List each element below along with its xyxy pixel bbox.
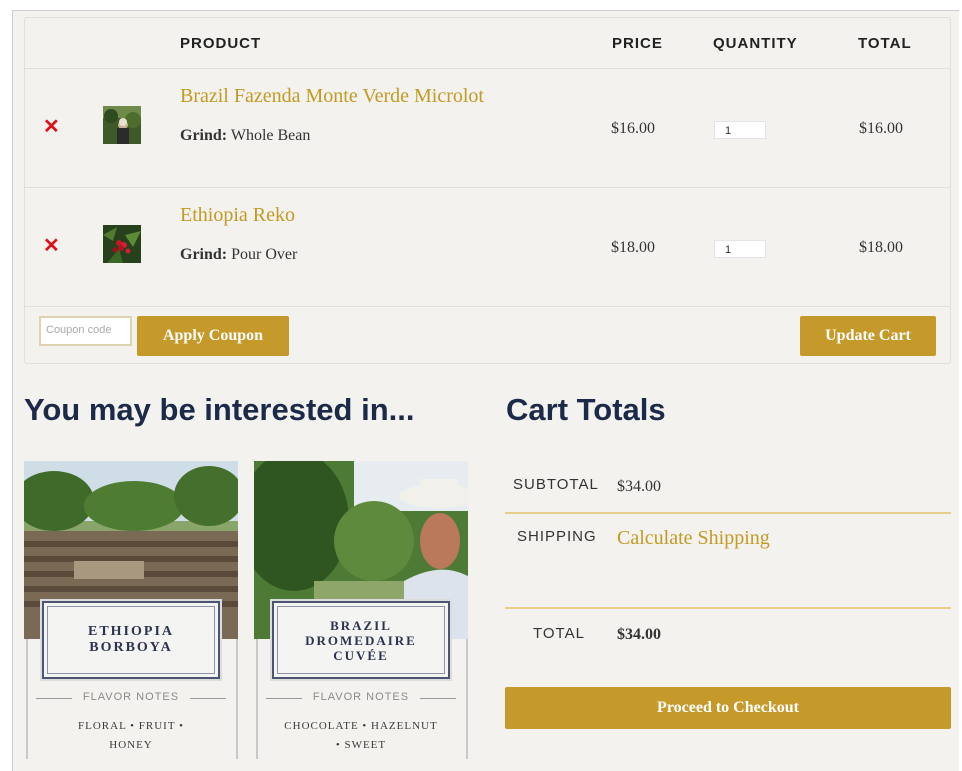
item-price: $16.00 xyxy=(611,120,655,137)
divider xyxy=(505,512,951,514)
remove-item-button[interactable]: ✕ xyxy=(43,236,60,256)
coupon-code-input[interactable]: Coupon code xyxy=(39,316,132,346)
product-name-line: CUVÉE xyxy=(333,647,389,663)
product-name-line: DROMEDAIRE xyxy=(305,632,417,648)
column-header-product: PRODUCT xyxy=(180,35,262,52)
grind-label: Grind: xyxy=(180,127,228,144)
remove-item-button[interactable]: ✕ xyxy=(43,117,60,137)
flavor-notes-line: HONEY xyxy=(109,739,153,751)
grind-value: Pour Over xyxy=(231,246,298,263)
flavor-notes-line: CHOCOLATE • HAZELNUT xyxy=(284,720,438,732)
interested-heading: You may be interested in... xyxy=(24,392,415,427)
shipping-label: SHIPPING xyxy=(517,528,597,545)
apply-coupon-button[interactable]: Apply Coupon xyxy=(137,316,289,356)
flavor-notes-title: FLAVOR NOTES xyxy=(82,691,180,703)
item-price: $18.00 xyxy=(611,239,655,256)
cart-table-header: PRODUCT PRICE QUANTITY TOTAL xyxy=(25,18,950,69)
coffee-farmer-photo xyxy=(103,106,141,144)
product-card[interactable]: BRAZIL DROMEDAIRE CUVÉE FLAVOR NOTES CHO… xyxy=(254,461,468,759)
product-label-text: BRAZIL DROMEDAIRE CUVÉE xyxy=(277,606,445,674)
column-header-price: PRICE xyxy=(612,35,663,52)
flavor-notes-line: FLORAL • FRUIT • xyxy=(78,720,184,732)
quantity-input[interactable]: 1 xyxy=(714,121,766,139)
product-name-line: BORBOYA xyxy=(89,640,173,655)
grind-option: Grind: Pour Over xyxy=(180,246,297,264)
divider xyxy=(505,607,951,609)
column-header-total: TOTAL xyxy=(858,35,912,52)
product-name-line: ETHIOPIA xyxy=(87,624,174,639)
product-thumbnail[interactable] xyxy=(103,225,141,263)
cart-row: ✕ Brazil Fazenda Monte Verde Microlot Gr… xyxy=(25,69,950,188)
cart-table: PRODUCT PRICE QUANTITY TOTAL ✕ Brazil Fa… xyxy=(24,17,951,364)
proceed-to-checkout-button[interactable]: Proceed to Checkout xyxy=(505,687,951,729)
total-label: TOTAL xyxy=(533,625,585,642)
grind-label: Grind: xyxy=(180,246,228,263)
flavor-notes: FLORAL • FRUIT • HONEY xyxy=(44,717,218,755)
product-name-link[interactable]: Ethiopia Reko xyxy=(180,204,295,227)
product-name-line: BRAZIL xyxy=(330,617,392,633)
product-card[interactable]: ETHIOPIA BORBOYA FLAVOR NOTES FLORAL • F… xyxy=(24,461,238,759)
subtotal-value: $34.00 xyxy=(617,478,661,495)
cart-row: ✕ Ethiopia Reko Grind: Pour Over $18.00 … xyxy=(25,188,950,307)
product-label-text: ETHIOPIA BORBOYA xyxy=(47,606,215,674)
product-label: ETHIOPIA BORBOYA xyxy=(40,599,222,681)
column-header-quantity: QUANTITY xyxy=(713,35,798,52)
product-name-link[interactable]: Brazil Fazenda Monte Verde Microlot xyxy=(180,85,484,108)
grind-value: Whole Bean xyxy=(230,127,311,144)
coffee-cherries-photo xyxy=(103,225,141,263)
flavor-notes: CHOCOLATE • HAZELNUT • SWEET xyxy=(274,717,448,755)
flavor-notes-line: • SWEET xyxy=(335,739,387,751)
update-cart-button[interactable]: Update Cart xyxy=(800,316,936,356)
cart-totals-heading: Cart Totals xyxy=(506,392,666,427)
calculate-shipping-link[interactable]: Calculate Shipping xyxy=(617,527,770,550)
product-label: BRAZIL DROMEDAIRE CUVÉE xyxy=(270,599,452,681)
quantity-input[interactable]: 1 xyxy=(714,240,766,258)
item-total: $18.00 xyxy=(859,239,903,256)
total-value: $34.00 xyxy=(617,626,661,643)
product-thumbnail[interactable] xyxy=(103,106,141,144)
grind-option: Grind: Whole Bean xyxy=(180,127,310,145)
flavor-notes-title: FLAVOR NOTES xyxy=(312,691,410,703)
item-total: $16.00 xyxy=(859,120,903,137)
subtotal-label: SUBTOTAL xyxy=(513,476,599,493)
